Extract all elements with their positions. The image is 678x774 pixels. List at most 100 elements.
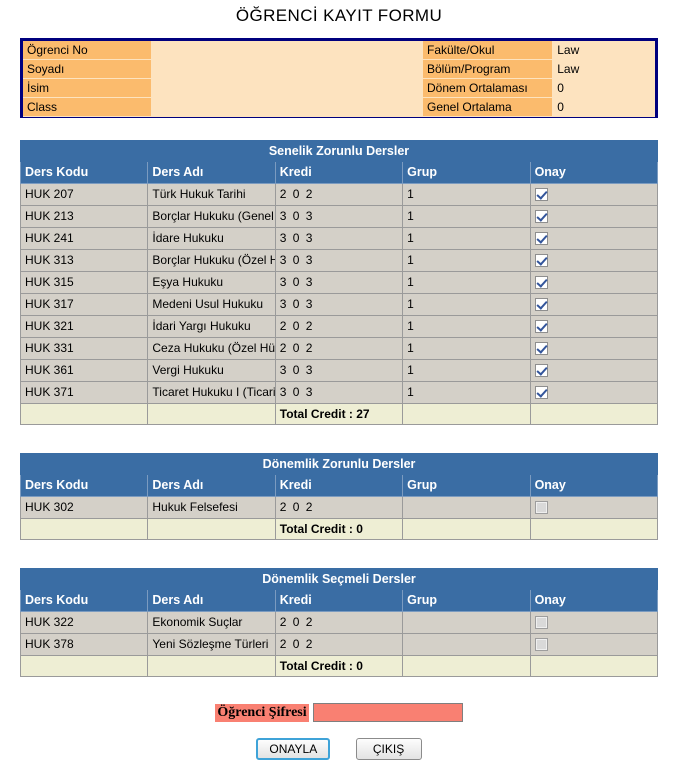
student-info-row: Class Genel Ortalama 0	[23, 97, 655, 117]
total-empty-cell	[19, 518, 149, 540]
surname-value	[151, 59, 423, 79]
student-info-row: İsim Dönem Ortalaması 0	[23, 78, 655, 98]
student-info-table: Ögrenci No Fakülte/Okul Law Soyadı Bölüm…	[23, 41, 655, 117]
table-row: HUK 331Ceza Hukuku (Özel Hükümler)2 0 21	[19, 337, 659, 360]
checkbox-checked-icon[interactable]	[534, 210, 548, 224]
column-header-group: Grup	[402, 474, 531, 497]
course-credit-cell: 3 0 3	[274, 271, 404, 294]
column-header-credit: Kredi	[274, 474, 404, 497]
course-name-cell: Vergi Hukuku	[147, 359, 276, 382]
course-code-cell: HUK 371	[19, 381, 149, 404]
term-gpa-label: Dönem Ortalaması	[423, 78, 553, 98]
name-label: İsim	[23, 78, 152, 98]
course-approve-cell	[529, 249, 659, 272]
checkbox-checked-icon[interactable]	[534, 298, 548, 312]
course-group-cell	[402, 611, 531, 634]
column-header-credit: Kredi	[274, 589, 404, 612]
student-password-input[interactable]	[312, 703, 463, 722]
column-header-name: Ders Adı	[147, 589, 276, 612]
course-approve-cell	[529, 337, 659, 360]
total-empty-cell	[529, 403, 659, 425]
checkbox-checked-icon[interactable]	[534, 320, 548, 334]
course-name-cell: Ceza Hukuku (Özel Hükümler)	[147, 337, 276, 360]
total-empty-cell	[147, 518, 276, 540]
program-value: Law	[552, 59, 655, 79]
student-no-value	[151, 41, 423, 60]
cumulative-gpa-label: Genel Ortalama	[423, 97, 553, 117]
checkbox-checked-icon[interactable]	[534, 364, 548, 378]
course-group-cell: 1	[402, 337, 531, 360]
password-label: Öğrenci Şifresi	[215, 703, 309, 722]
student-info-row: Ögrenci No Fakülte/Okul Law	[23, 41, 655, 60]
checkbox-checked-icon[interactable]	[534, 276, 548, 290]
course-code-cell: HUK 313	[19, 249, 149, 272]
column-header-approve: Onay	[529, 589, 659, 612]
table-row: HUK 241 İdare Hukuku 3 0 31	[19, 227, 659, 250]
course-code-cell: HUK 302	[19, 496, 149, 519]
total-credit-row: Total Credit : 0	[19, 655, 659, 677]
checkbox-checked-icon[interactable]	[534, 342, 548, 356]
course-name-cell: Ticaret Hukuku I (Ticari İşletme-Şirketl…	[147, 381, 276, 404]
table-row: HUK 315 Eşya Hukuku 3 0 31	[19, 271, 659, 294]
table-row: HUK 371Ticaret Hukuku I (Ticari İşletme-…	[19, 381, 659, 404]
course-code-cell: HUK 213	[19, 205, 149, 228]
course-group-cell: 1	[402, 359, 531, 382]
page-title: ÖĞRENCİ KAYIT FORMU	[235, 6, 443, 25]
course-credit-cell: 2 0 2	[274, 183, 404, 206]
course-name-cell: Türk Hukuk Tarihi	[147, 183, 276, 206]
course-group-cell: 1	[402, 205, 531, 228]
checkbox-checked-icon[interactable]	[534, 188, 548, 202]
course-name-cell: Medeni Usul Hukuku	[147, 293, 276, 316]
table-row: HUK 302 Hukuk Felsefesi 2 0 2	[19, 496, 659, 519]
checkbox-checked-icon[interactable]	[534, 386, 548, 400]
course-name-cell: İdari Yargı Hukuku	[147, 315, 276, 338]
student-no-label: Ögrenci No	[23, 41, 152, 60]
course-group-cell: 1	[402, 227, 531, 250]
total-empty-cell	[402, 655, 531, 677]
checkbox-checked-icon[interactable]	[534, 232, 548, 246]
table-row: HUK 207 Türk Hukuk Tarihi 2 0 21	[19, 183, 659, 206]
checkbox-unchecked-icon[interactable]	[534, 638, 548, 652]
surname-label: Soyadı	[23, 59, 152, 79]
course-code-cell: HUK 315	[19, 271, 149, 294]
course-table-title-row: Senelik Zorunlu Dersler	[20, 140, 658, 162]
course-name-cell: Borçlar Hukuku (Genel Hükümler)	[147, 205, 276, 228]
course-credit-cell: 3 0 3	[274, 359, 404, 382]
total-empty-cell	[19, 403, 149, 425]
course-group-cell	[402, 496, 531, 519]
course-approve-cell	[529, 315, 659, 338]
checkbox-unchecked-icon[interactable]	[534, 501, 548, 515]
course-table-title-row: Dönemlik Seçmeli Dersler	[20, 568, 658, 590]
total-empty-cell	[19, 655, 149, 677]
cumulative-gpa-value: 0	[552, 97, 655, 117]
course-table-title: Dönemlik Seçmeli Dersler	[20, 568, 658, 590]
submit-button[interactable]: ONAYLA	[256, 738, 331, 760]
column-header-name: Ders Adı	[147, 161, 276, 184]
course-name-cell: Eşya Hukuku	[147, 271, 276, 294]
exit-button[interactable]: ÇIKIŞ	[355, 738, 422, 760]
total-credit-row: Total Credit : 0	[19, 518, 659, 540]
student-info-row: Soyadı Bölüm/Program Law	[23, 59, 655, 79]
student-info-body: Ögrenci No Fakülte/Okul Law Soyadı Bölüm…	[23, 41, 655, 117]
course-group-cell: 1	[402, 293, 531, 316]
checkbox-unchecked-icon[interactable]	[534, 616, 548, 630]
column-header-name: Ders Adı	[147, 474, 276, 497]
total-empty-cell	[402, 403, 531, 425]
course-credit-cell: 3 0 3	[274, 227, 404, 250]
class-label: Class	[23, 97, 152, 117]
course-code-cell: HUK 321	[19, 315, 149, 338]
table-row: HUK 317 Medeni Usul Hukuku 3 0 31	[19, 293, 659, 316]
course-table-body: HUK 207 Türk Hukuk Tarihi 2 0 2 1 HUK 213 Bor…	[19, 183, 659, 425]
checkbox-checked-icon[interactable]	[534, 254, 548, 268]
course-name-cell: Ekonomik Suçlar	[147, 611, 276, 634]
course-credit-cell: 2 0 2	[274, 611, 404, 634]
course-group-cell: 1	[402, 381, 531, 404]
course-table-head: Dönemlik Zorunlu Dersler Ders Kodu Ders Ad…	[19, 453, 659, 497]
course-table: Dönemlik Zorunlu Dersler Ders Kodu Ders Ad…	[19, 453, 659, 540]
course-table-head: Dönemlik Seçmeli Dersler Ders Kodu Ders Ad…	[19, 568, 659, 612]
course-code-cell: HUK 207	[19, 183, 149, 206]
table-row: HUK 361 Vergi Hukuku 3 0 31	[19, 359, 659, 382]
total-empty-cell	[147, 655, 276, 677]
